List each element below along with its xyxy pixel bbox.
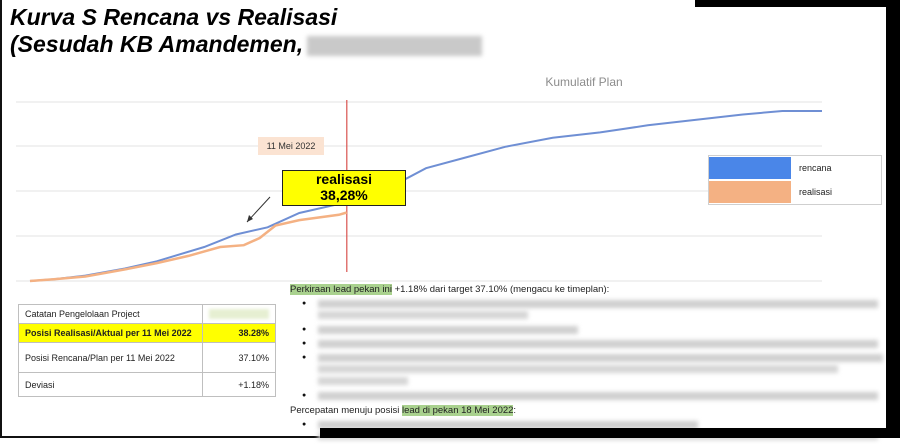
redaction-bar-right xyxy=(886,0,900,438)
callout-value: 38,28% xyxy=(320,187,368,203)
chart-legend: rencana realisasi xyxy=(708,155,882,205)
table-row: Posisi Rencana/Plan per 11 Mei 2022 37.1… xyxy=(18,342,276,373)
legend-label-rencana: rencana xyxy=(799,163,832,173)
row-value: 38.28% xyxy=(202,323,276,343)
chart-title: Kumulatif Plan xyxy=(545,75,622,89)
marker-date-label: 11 Mei 2022 xyxy=(258,137,324,155)
list-item xyxy=(290,364,890,376)
list-item xyxy=(290,376,890,388)
row-value: 37.10% xyxy=(202,342,276,373)
legend-item-rencana: rencana xyxy=(709,156,881,180)
table-header: Catatan Pengelolaan Project xyxy=(18,304,203,324)
notes-panel: Perkiraan lead pekan ini +1.18% dari tar… xyxy=(290,283,890,443)
row-value: +1.18% xyxy=(202,372,276,397)
table-row: Posisi Realisasi/Aktual per 11 Mei 2022 … xyxy=(18,323,276,343)
row-label: Deviasi xyxy=(18,372,203,397)
list-item xyxy=(290,310,890,322)
list-item xyxy=(290,337,890,350)
redacted-cell xyxy=(202,304,276,324)
list-item xyxy=(290,323,890,336)
redaction-bar-top xyxy=(695,0,890,7)
row-label: Posisi Rencana/Plan per 11 Mei 2022 xyxy=(18,342,203,373)
legend-swatch-realisasi xyxy=(709,181,791,203)
list-item xyxy=(290,297,890,310)
table-header-row: Catatan Pengelolaan Project xyxy=(18,304,276,324)
table-row: Deviasi +1.18% xyxy=(18,372,276,397)
list-item xyxy=(290,351,890,364)
callout-label: realisasi xyxy=(315,171,373,187)
series-rencana-line xyxy=(29,110,822,282)
s-curve-chart: Kumulatif Plan xyxy=(16,75,822,283)
project-notes-table: Catatan Pengelolaan Project Posisi Reali… xyxy=(18,304,276,397)
list-item xyxy=(290,389,890,402)
legend-swatch-rencana xyxy=(709,157,791,179)
legend-label-realisasi: realisasi xyxy=(799,187,833,197)
realisasi-callout: realisasi 38,28% xyxy=(282,170,406,206)
notes-line-1: Perkiraan lead pekan ini +1.18% dari tar… xyxy=(290,284,610,295)
legend-item-realisasi: realisasi xyxy=(709,180,881,204)
notes-line-2: Percepatan menuju posisi lead di pekan 1… xyxy=(290,405,517,416)
redaction-bar-bottom xyxy=(320,428,900,438)
chart-gridlines xyxy=(16,101,822,282)
notes-highlight-2: lead di pekan 18 Mei 2022 xyxy=(401,405,514,416)
row-label: Posisi Realisasi/Aktual per 11 Mei 2022 xyxy=(18,323,203,343)
notes-highlight-1: Perkiraan lead pekan ini xyxy=(290,284,392,295)
series-realisasi-line xyxy=(29,211,348,283)
